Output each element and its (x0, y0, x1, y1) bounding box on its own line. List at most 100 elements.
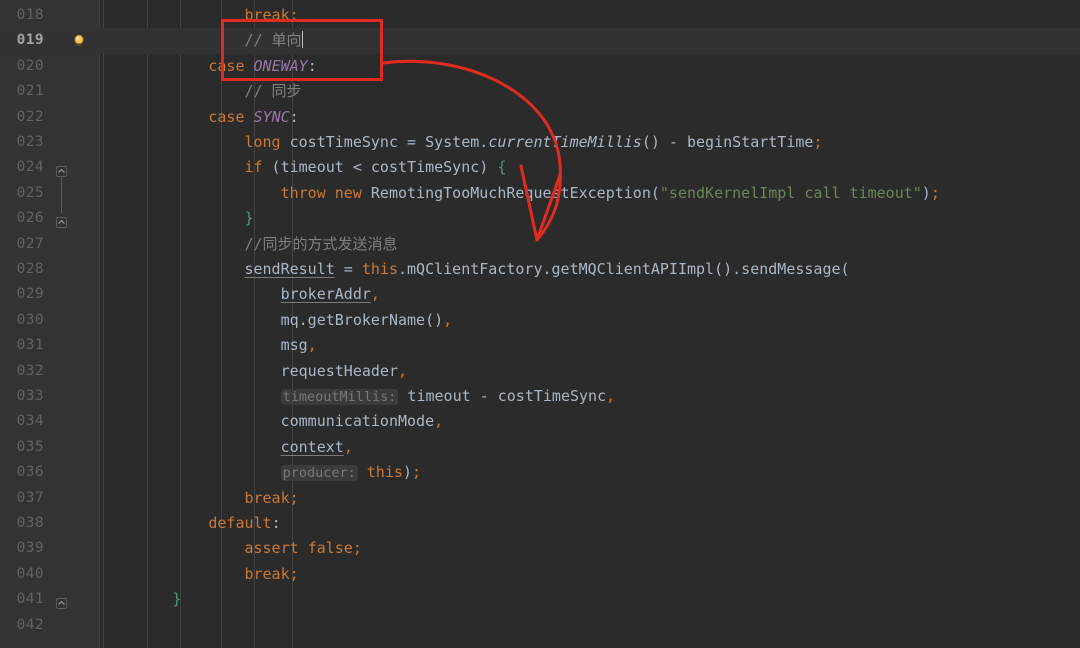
code-token: , (398, 361, 408, 380)
code-line[interactable]: 039 assert false; (0, 536, 1080, 561)
code-line-text[interactable]: requestHeader, (281, 359, 407, 384)
code-line[interactable]: 023 long costTimeSync = System.currentTim… (0, 130, 1080, 155)
code-token: ONEWAY (253, 56, 308, 75)
fold-collapse-icon[interactable] (56, 594, 67, 610)
code-token: brokerAddr (280, 285, 371, 304)
code-line[interactable]: 041} (0, 587, 1080, 612)
code-token: , (343, 437, 353, 456)
code-line[interactable]: 036 producer: this); (0, 460, 1080, 485)
code-line-text[interactable]: //同步的方式发送消息 (244, 232, 397, 257)
code-token: ( (650, 183, 660, 202)
code-line-text[interactable]: } (244, 206, 253, 231)
code-token: timeout (280, 158, 344, 177)
code-token: ; (813, 133, 823, 151)
line-number: 028 (16, 261, 44, 277)
code-line[interactable]: 038 default: (0, 511, 1080, 536)
line-number: 022 (16, 108, 44, 125)
line-number: 040 (16, 565, 44, 582)
code-line[interactable]: 035 context, (0, 435, 1080, 460)
code-token: ) (402, 463, 412, 482)
code-line-text[interactable]: mq.getBrokerName(), (281, 308, 453, 333)
code-line[interactable]: 031 msg, (0, 333, 1080, 358)
code-line-text[interactable]: if (timeout < costTimeSync) { (244, 155, 506, 180)
code-line-text[interactable]: long costTimeSync = System.currentTimeMi… (244, 130, 822, 155)
code-token: this (366, 463, 403, 482)
code-line-text[interactable]: producer: this); (280, 460, 421, 485)
line-number: 033 (16, 388, 44, 404)
code-line[interactable]: 025 throw new RemotingTooMuchRequestExcep… (0, 181, 1080, 206)
code-token: RemotingTooMuchRequestException (361, 183, 651, 202)
code-token: costTimeSync (370, 158, 480, 177)
code-line[interactable]: 028 sendResult = this.mQClientFactory.get… (0, 257, 1080, 282)
code-line[interactable]: 019 // 单向 (0, 28, 1080, 54)
code-token: "sendKernelImpl call timeout" (659, 183, 922, 202)
code-line-text[interactable]: break; (244, 3, 298, 28)
code-token: case (208, 56, 254, 75)
code-line[interactable]: 042 (0, 613, 1080, 638)
code-line[interactable]: 030 mq.getBrokerName(), (0, 308, 1080, 333)
code-line-text[interactable]: context, (281, 435, 353, 460)
line-number: 037 (16, 489, 44, 506)
code-line[interactable]: 022 case SYNC: (0, 105, 1080, 130)
fold-collapse-icon[interactable] (56, 162, 67, 178)
code-token: , (443, 310, 453, 329)
code-token: } (244, 209, 254, 228)
code-token: context (280, 437, 344, 456)
code-line[interactable]: 040 break; (0, 562, 1080, 587)
line-number: 021 (16, 83, 44, 100)
code-line[interactable]: 020 case ONEWAY: (0, 54, 1080, 79)
code-line[interactable]: 027 //同步的方式发送消息 (0, 232, 1080, 257)
code-token: = (334, 260, 362, 278)
code-line-text[interactable]: break; (244, 486, 298, 511)
code-line[interactable]: 032 requestHeader, (0, 359, 1080, 384)
code-token: mq.getBrokerName (280, 310, 426, 329)
code-line-text[interactable]: // 同步 (244, 79, 301, 104)
code-line-text[interactable]: case ONEWAY: (208, 54, 316, 79)
code-line[interactable]: 024 if (timeout < costTimeSync) { (0, 155, 1080, 180)
lightbulb-intention-icon[interactable] (72, 33, 86, 47)
code-token: timeoutMillis: (280, 389, 399, 405)
code-token: ( (840, 260, 850, 278)
code-line[interactable]: 026} (0, 206, 1080, 231)
code-line-text[interactable]: // 单向 (244, 28, 303, 53)
code-line[interactable]: 033 timeoutMillis: timeout - costTimeSync… (0, 384, 1080, 409)
code-token: : (307, 56, 317, 75)
code-token: beginStartTime (687, 133, 814, 151)
code-line-text[interactable]: case SYNC: (208, 105, 298, 130)
code-line[interactable]: 034 communicationMode, (0, 409, 1080, 434)
code-token: System. (416, 133, 489, 151)
fold-collapse-icon[interactable] (56, 213, 67, 229)
line-number: 019 (16, 32, 44, 49)
code-token: break (244, 6, 290, 24)
code-line-text[interactable]: default: (208, 511, 280, 536)
code-token: SYNC (253, 107, 290, 126)
line-number: 032 (16, 362, 44, 379)
code-token: < (343, 158, 371, 177)
code-line-text[interactable]: throw new RemotingTooMuchRequestExceptio… (281, 181, 940, 206)
code-line[interactable]: 021 // 同步 (0, 79, 1080, 104)
line-number: 023 (16, 134, 44, 150)
code-line[interactable]: 018 break; (0, 3, 1080, 28)
code-editor[interactable]: 018 break; 019 // 单向 020 case ONEWAY: 021 // 同步… (0, 0, 1080, 648)
code-line[interactable]: 037 break; (0, 486, 1080, 511)
code-line-text[interactable]: sendResult = this.mQClientFactory.getMQC… (244, 257, 849, 282)
code-line-text[interactable]: break; (244, 562, 298, 587)
line-number: 025 (16, 184, 44, 201)
code-token: requestHeader (280, 361, 398, 380)
code-line[interactable]: 029 brokerAddr, (0, 282, 1080, 307)
code-token: break (244, 564, 290, 583)
code-token: .sendMessage (732, 260, 841, 278)
code-line-text[interactable]: timeoutMillis: timeout - costTimeSync, (280, 384, 615, 409)
code-token: // 单向 (244, 31, 302, 50)
code-line-text[interactable]: assert false; (244, 536, 361, 561)
code-line-text[interactable]: brokerAddr, (281, 282, 380, 307)
code-line-text[interactable]: } (172, 587, 181, 612)
line-number: 031 (16, 337, 44, 354)
code-token: case (208, 107, 254, 126)
code-line-text[interactable]: msg, (281, 333, 317, 358)
code-line-text[interactable]: communicationMode, (281, 409, 444, 434)
code-token: : (289, 107, 299, 126)
code-token: , (434, 412, 444, 431)
line-number: 036 (16, 464, 44, 481)
code-token: , (307, 336, 317, 355)
